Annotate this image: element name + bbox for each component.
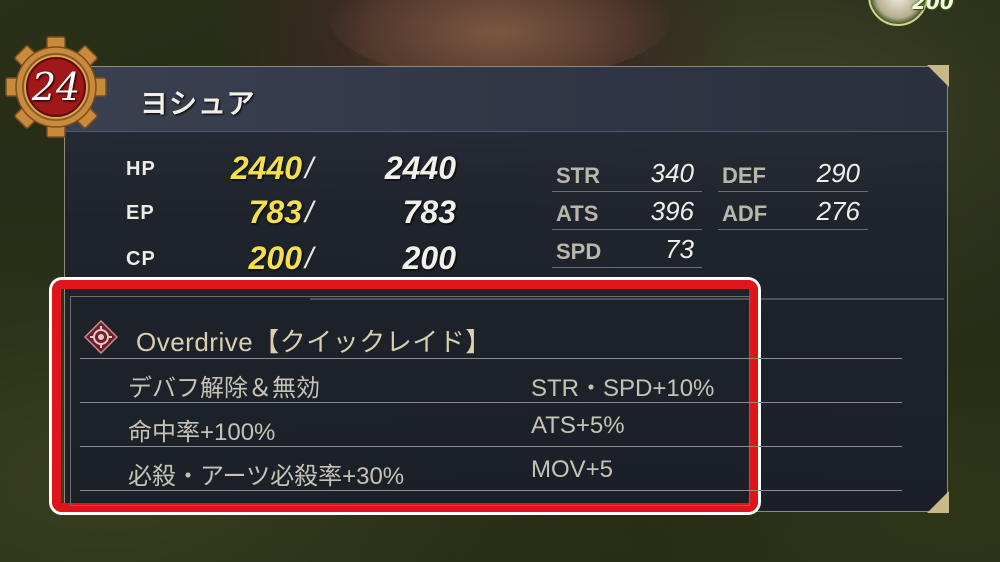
spd-underline <box>552 267 702 268</box>
overdrive-title-underline <box>80 358 902 359</box>
corner-ornament-bottom-right <box>927 491 949 513</box>
hud-counter-value: 200 <box>912 0 954 14</box>
def-label: DEF <box>722 163 766 188</box>
corner-ornament-top-right <box>927 65 949 87</box>
adf-underline <box>718 229 868 230</box>
hp-label: HP <box>126 158 156 180</box>
overdrive-diamond-icon <box>83 319 119 355</box>
overdrive-effect-left-1: デバフ解除＆無効 <box>128 375 320 402</box>
hp-slash: / <box>305 152 314 185</box>
adf-label: ADF <box>722 201 768 226</box>
spd-label: SPD <box>556 239 602 264</box>
ep-slash: / <box>305 196 314 229</box>
def-underline <box>718 191 868 192</box>
ep-current: 783 <box>248 194 302 230</box>
character-name: ヨシュア <box>140 87 256 120</box>
def-value: 290 <box>816 158 860 188</box>
ep-max: 783 <box>402 194 456 230</box>
hp-current: 2440 <box>230 150 302 186</box>
hud-counter: 200 <box>868 0 958 26</box>
overdrive-effect-left-3: 必殺・アーツ必殺率+30% <box>128 463 405 490</box>
overdrive-effect-right-2: ATS+5% <box>531 412 625 439</box>
ats-underline <box>552 229 702 230</box>
str-value: 340 <box>650 158 694 188</box>
str-label: STR <box>556 163 600 188</box>
overdrive-effect-right-3: MOV+5 <box>531 456 614 483</box>
hp-max: 2440 <box>384 150 456 186</box>
overdrive-row-line-2 <box>80 446 902 447</box>
str-underline <box>552 191 702 192</box>
adf-value: 276 <box>816 196 860 226</box>
overdrive-effect-left-2: 命中率+100% <box>128 419 276 446</box>
character-level: 24 <box>31 65 81 109</box>
ep-label: EP <box>126 202 155 224</box>
cp-slash: / <box>305 242 314 275</box>
ats-value: 396 <box>650 196 694 226</box>
overdrive-title: Overdrive【クイックレイド】 <box>136 327 492 357</box>
cp-max: 200 <box>402 240 456 276</box>
ats-label: ATS <box>556 201 599 226</box>
spd-value: 73 <box>665 234 694 264</box>
cp-current: 200 <box>248 240 302 276</box>
overdrive-row-line-3 <box>80 490 902 491</box>
overdrive-row-line-1 <box>80 402 902 403</box>
overdrive-effect-right-1: STR・SPD+10% <box>531 375 715 402</box>
level-gear-badge: 24 <box>4 35 108 139</box>
cp-label: CP <box>126 248 156 270</box>
